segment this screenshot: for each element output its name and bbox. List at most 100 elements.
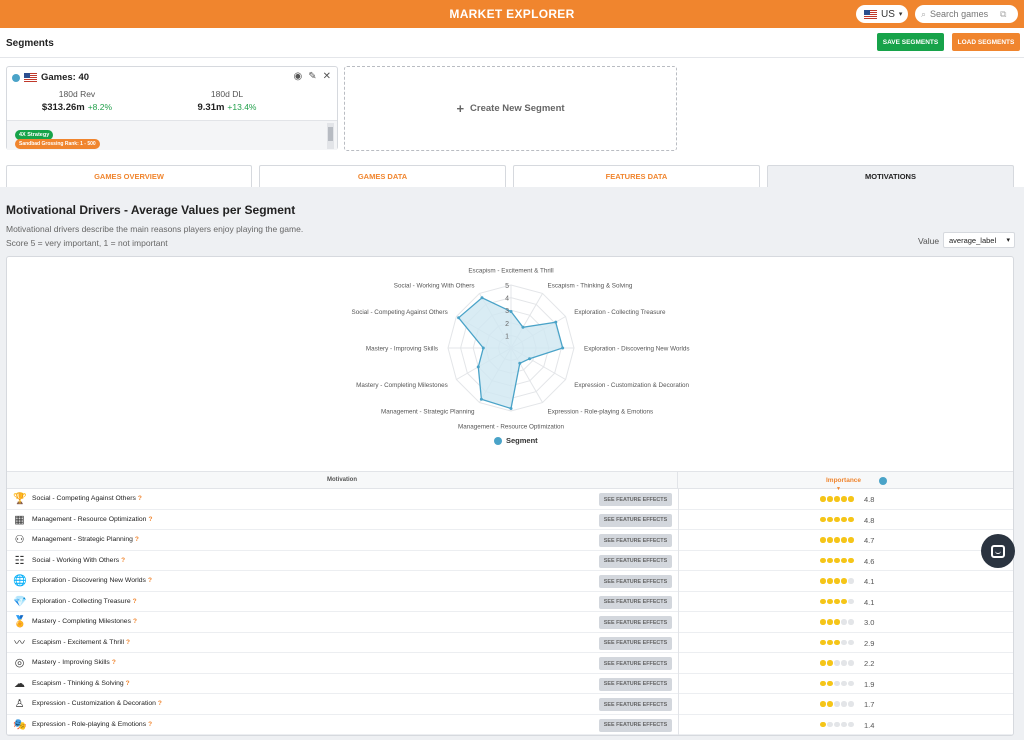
- help-icon[interactable]: ?: [138, 495, 142, 502]
- importance-score: 4.1: [864, 577, 875, 586]
- see-feature-effects-button[interactable]: SEE FEATURE EFFECTS: [599, 595, 672, 609]
- radar-point: [479, 397, 483, 401]
- importance-dot: [827, 660, 833, 666]
- see-feature-effects-button[interactable]: SEE FEATURE EFFECTS: [599, 698, 672, 711]
- team-icon: ☷: [14, 554, 25, 567]
- close-icon[interactable]: ✕: [323, 71, 331, 82]
- see-feature-effects-button[interactable]: SEE FEATURE EFFECTS: [599, 636, 672, 650]
- search-input[interactable]: [930, 9, 997, 19]
- create-segment-label: Create New Segment: [470, 103, 565, 114]
- importance-score: 2.2: [864, 659, 875, 668]
- plus-icon: +: [456, 101, 465, 116]
- radar-point: [518, 361, 522, 365]
- see-feature-effects-button[interactable]: SEE FEATURE EFFECTS: [599, 575, 672, 588]
- help-icon[interactable]: ?: [126, 639, 130, 646]
- see-feature-effects-button[interactable]: SEE FEATURE EFFECTS: [599, 616, 672, 629]
- radar-tick-label: 5: [505, 283, 509, 290]
- help-icon[interactable]: ?: [135, 536, 139, 543]
- importance-dots: [820, 660, 854, 666]
- column-divider: [678, 612, 679, 633]
- medal-icon: 🏅: [13, 616, 27, 628]
- filter-tag-rank[interactable]: Sandbad Grossing Rank: 1 - 500: [15, 139, 100, 149]
- importance-dots: [820, 680, 854, 686]
- save-segments-button[interactable]: SAVE SEGMENTS: [877, 33, 944, 51]
- importance-dot: [848, 619, 854, 625]
- motivation-name: Social - Working With Others?: [32, 557, 125, 564]
- help-icon[interactable]: ?: [158, 700, 162, 707]
- segment-card: Games: 40 ◉ ✎ ✕ 180d Rev $313.26m +8.2% 1…: [6, 66, 338, 150]
- column-importance[interactable]: Importance ▼: [826, 472, 888, 492]
- downloads-value: 9.31m: [197, 102, 225, 113]
- revenue-value: $313.26m: [41, 102, 85, 113]
- importance-dot: [820, 639, 826, 645]
- importance-score: 4.7: [864, 536, 875, 545]
- edit-icon[interactable]: ✎: [308, 71, 316, 82]
- importance-dot: [848, 578, 854, 584]
- search-box[interactable]: ⌕ ⧉: [915, 5, 1018, 23]
- chart-legend[interactable]: Segment: [494, 436, 538, 445]
- see-feature-effects-button[interactable]: SEE FEATURE EFFECTS: [599, 718, 672, 732]
- see-feature-effects-button[interactable]: SEE FEATURE EFFECTS: [599, 554, 672, 568]
- importance-dot: [820, 619, 826, 625]
- tab-games-data[interactable]: GAMES DATA: [259, 165, 506, 187]
- tab-games-overview[interactable]: GAMES OVERVIEW: [6, 165, 252, 187]
- help-icon[interactable]: ?: [148, 577, 152, 584]
- pulse-icon: 〰: [14, 636, 25, 649]
- see-feature-effects-button[interactable]: SEE FEATURE EFFECTS: [599, 534, 672, 547]
- motivation-name: Management - Resource Optimization?: [32, 516, 152, 523]
- eye-icon[interactable]: ◉: [293, 71, 302, 82]
- column-divider: [678, 632, 679, 653]
- help-icon[interactable]: ?: [133, 618, 137, 625]
- motivation-name: Social - Competing Against Others?: [32, 495, 142, 502]
- help-icon[interactable]: ?: [112, 659, 116, 666]
- value-select[interactable]: average_label ▾: [943, 232, 1015, 248]
- radar-axis-label: Expression - Role-playing & Emotions: [548, 409, 654, 416]
- importance-dot: [827, 619, 833, 625]
- importance-dot: [834, 721, 840, 727]
- table-row: 〰 Escapism - Excitement & Thrill? SEE FEAT…: [7, 632, 1013, 653]
- importance-dot: [820, 537, 826, 543]
- table-row: 💎 Exploration - Collecting Treasure? SEE F…: [7, 591, 1013, 612]
- create-segment-button[interactable]: + Create New Segment: [344, 66, 677, 151]
- importance-score: 2.9: [864, 638, 875, 648]
- importance-dots: [820, 516, 854, 522]
- importance-dot: [820, 557, 826, 563]
- importance-dot: [841, 619, 847, 625]
- tab-features-data[interactable]: FEATURES DATA: [513, 165, 760, 187]
- external-link-icon[interactable]: ⧉: [1000, 9, 1006, 20]
- motivation-name: Expression - Customization & Decoration?: [32, 700, 162, 707]
- see-feature-effects-button[interactable]: SEE FEATURE EFFECTS: [599, 493, 672, 506]
- see-feature-effects-button[interactable]: SEE FEATURE EFFECTS: [599, 513, 672, 527]
- see-feature-effects-button[interactable]: SEE FEATURE EFFECTS: [599, 677, 672, 691]
- help-icon[interactable]: ?: [126, 680, 130, 687]
- importance-score: 1.7: [864, 700, 875, 709]
- legend-swatch: [494, 436, 502, 445]
- help-icon[interactable]: ?: [121, 557, 125, 564]
- revenue-label: 180d Rev: [58, 89, 96, 99]
- help-icon[interactable]: ?: [133, 598, 137, 605]
- help-icon[interactable]: ?: [148, 516, 152, 523]
- load-segments-button[interactable]: LOAD SEGMENTS: [952, 33, 1020, 51]
- search-icon: ⌕: [921, 8, 927, 19]
- importance-dot: [834, 537, 840, 543]
- legend-label: Segment: [506, 436, 538, 445]
- filters-scrollbar[interactable]: [327, 123, 334, 149]
- importance-score: 1.4: [864, 720, 875, 730]
- radar-chart: 1 2 3 4 5 Escapism - Excitement & Thrill Escap…: [352, 268, 690, 431]
- chat-button[interactable]: [981, 534, 1015, 568]
- motivation-name: Expression - Role-playing & Emotions?: [32, 721, 152, 728]
- see-feature-effects-button[interactable]: SEE FEATURE EFFECTS: [599, 657, 672, 670]
- segments-bar: Segments SAVE SEGMENTS LOAD SEGMENTS: [0, 28, 1024, 58]
- motivation-label: Escapism - Excitement & Thrill: [32, 638, 125, 646]
- revenue-change: +8.2%: [87, 102, 113, 112]
- section-title: Motivational Drivers - Average Values pe…: [6, 203, 296, 217]
- importance-dot: [834, 516, 840, 522]
- country-selector[interactable]: US ▾: [856, 5, 908, 23]
- table-row: 🎭 Expression - Role-playing & Emotions? SE…: [7, 714, 1013, 735]
- radar-point: [509, 309, 513, 313]
- tab-motivations[interactable]: MOTIVATIONS: [767, 165, 1014, 187]
- importance-dot: [834, 639, 840, 645]
- importance-dot: [834, 598, 840, 604]
- help-icon[interactable]: ?: [148, 721, 152, 728]
- column-motivation[interactable]: Motivation: [7, 472, 678, 489]
